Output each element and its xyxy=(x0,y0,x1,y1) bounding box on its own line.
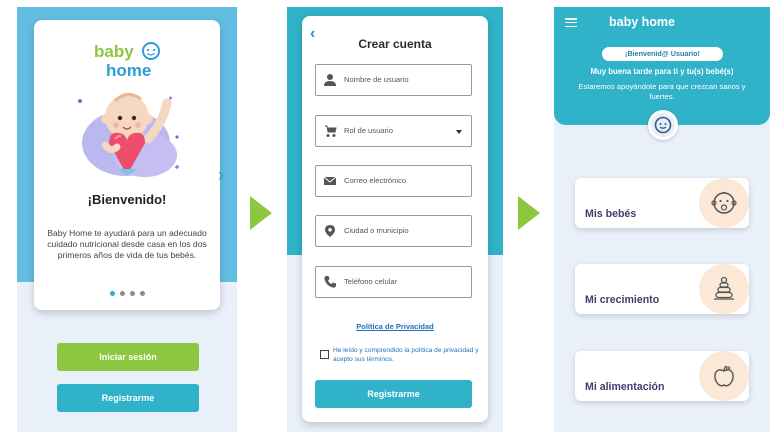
welcome-badge: ¡Bienvenid@ Usuario! xyxy=(602,47,723,61)
menu-item-my-growth[interactable]: Mi crecimiento xyxy=(575,264,749,314)
privacy-policy-link[interactable]: Política de Privacidad xyxy=(302,322,488,331)
menu-item-my-babies[interactable]: Mis bebés xyxy=(575,178,749,228)
terms-checkbox[interactable] xyxy=(320,350,329,359)
baby-face-icon xyxy=(654,116,672,134)
menu-item-icon-circle xyxy=(699,178,749,228)
brand-logo: baby home xyxy=(34,40,220,85)
welcome-screen: baby home › ¡Bienvenido! Baby Home te ay… xyxy=(17,7,237,432)
apple-icon xyxy=(714,365,734,387)
page-title: Crear cuenta xyxy=(358,37,432,51)
welcome-description: Baby Home te ayudará para un adecuado cu… xyxy=(47,228,207,261)
stacking-rings-icon xyxy=(714,276,734,300)
register-button[interactable]: Registrarme xyxy=(57,384,199,412)
email-placeholder: Correo electrónico xyxy=(344,176,407,185)
envelope-icon xyxy=(323,176,337,185)
stroller-icon xyxy=(325,125,337,137)
baby-face-icon xyxy=(711,191,737,214)
brand-logo: baby home xyxy=(609,15,675,29)
phone-icon xyxy=(324,276,336,288)
pagination-dot[interactable] xyxy=(119,291,125,296)
terms-label: He leído y comprendido la política de pr… xyxy=(333,347,479,363)
pagination-dot[interactable] xyxy=(109,291,115,296)
city-placeholder: Ciudad o municipio xyxy=(344,226,409,235)
caret-down-icon xyxy=(456,130,462,134)
login-button[interactable]: Iniciar sesión xyxy=(57,343,199,371)
role-select[interactable]: Rol de usuario xyxy=(315,115,472,147)
logo-text-top: baby xyxy=(94,42,134,61)
create-account-screen: ‹ Crear cuenta Nombre de usuario Rol de … xyxy=(287,7,503,432)
email-field[interactable]: Correo electrónico xyxy=(315,165,472,197)
chevron-right-icon[interactable]: › xyxy=(218,166,232,184)
logo-text-bottom: home xyxy=(106,61,151,80)
carousel-pagination xyxy=(34,291,220,296)
city-field[interactable]: Ciudad o municipio xyxy=(315,215,472,247)
greeting-subtitle: Estaremos apoyándote para que crezcan sa… xyxy=(578,82,746,101)
menu-item-label: Mi crecimiento xyxy=(585,294,660,306)
pagination-dot[interactable] xyxy=(129,291,135,296)
pagination-dot[interactable] xyxy=(139,291,145,296)
flow-arrow-icon xyxy=(518,196,540,230)
user-icon xyxy=(324,74,336,86)
location-pin-icon xyxy=(325,225,335,237)
username-field[interactable]: Nombre de usuario xyxy=(315,64,472,96)
greeting-text: Muy buena tarde para ti y tu(s) bebé(s) xyxy=(590,67,734,76)
menu-item-my-nutrition[interactable]: Mi alimentación xyxy=(575,351,749,401)
welcome-title: ¡Bienvenido! xyxy=(87,192,167,207)
role-placeholder: Rol de usuario xyxy=(344,126,393,135)
avatar[interactable] xyxy=(648,110,678,140)
phone-field[interactable]: Teléfono celular xyxy=(315,266,472,298)
welcome-card: baby home › ¡Bienvenido! Baby Home te ay… xyxy=(34,20,224,310)
menu-item-label: Mi alimentación xyxy=(585,381,665,393)
baby-hug-heart-illustration xyxy=(78,93,179,177)
menu-item-icon-circle xyxy=(699,351,749,401)
hamburger-menu-icon[interactable] xyxy=(565,18,577,28)
create-account-card: ‹ Crear cuenta Nombre de usuario Rol de … xyxy=(302,16,488,422)
username-placeholder: Nombre de usuario xyxy=(344,75,409,84)
logo-text-inline: baby home xyxy=(609,15,675,29)
menu-item-label: Mis bebés xyxy=(585,208,637,220)
flow-arrow-icon xyxy=(250,196,272,230)
menu-item-icon-circle xyxy=(699,264,749,314)
register-button[interactable]: Registrarme xyxy=(315,380,472,408)
home-screen: baby home ¡Bienvenid@ Usuario! Muy buena… xyxy=(554,7,770,432)
phone-placeholder: Teléfono celular xyxy=(344,277,398,286)
